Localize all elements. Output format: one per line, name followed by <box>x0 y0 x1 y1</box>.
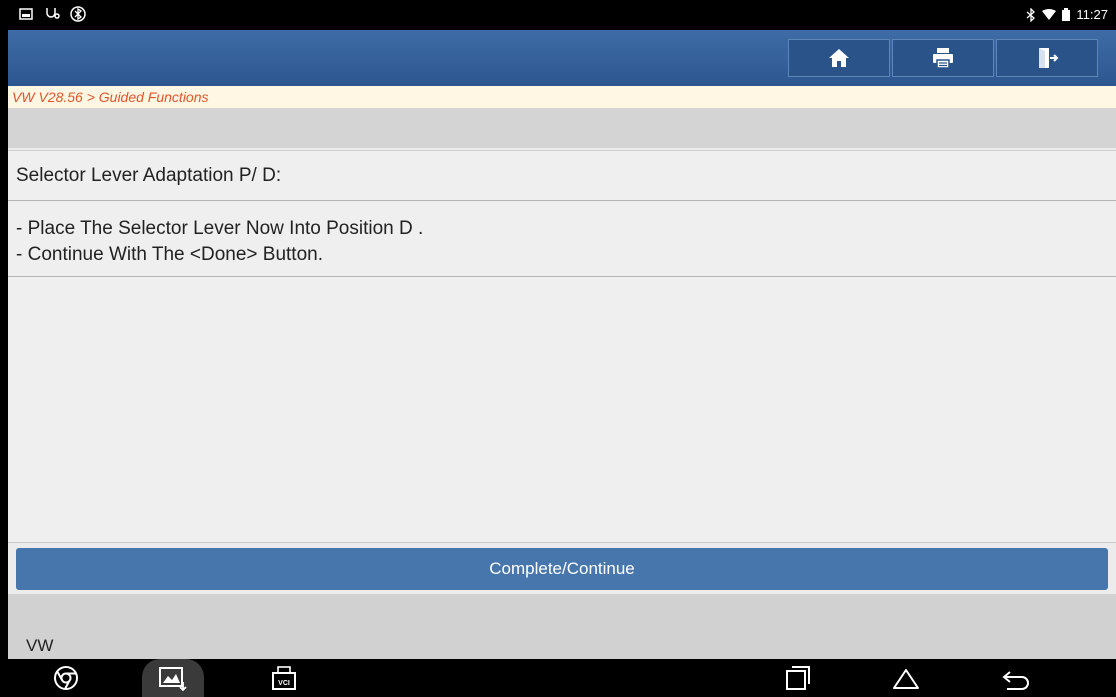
wifi-icon <box>1042 8 1057 20</box>
instruction-block: - Place The Selector Lever Now Into Posi… <box>8 202 1116 277</box>
home-nav-icon <box>893 669 919 689</box>
complete-continue-button[interactable]: Complete/Continue <box>16 548 1108 590</box>
gallery-icon <box>159 667 187 692</box>
clock: 11:27 <box>1076 7 1108 22</box>
back-icon <box>1002 671 1029 690</box>
vehicle-brand-label: VW <box>26 636 54 655</box>
content-area <box>8 277 1116 543</box>
bluetooth-icon <box>1026 7 1036 22</box>
battery-icon <box>1062 8 1071 21</box>
exit-button[interactable] <box>996 39 1098 77</box>
home-icon <box>829 49 849 67</box>
home-button[interactable] <box>788 39 890 77</box>
printer-icon <box>933 48 953 69</box>
instruction-line: - Place The Selector Lever Now Into Posi… <box>16 218 424 239</box>
chrome-app-button[interactable] <box>48 663 84 693</box>
recent-apps-button[interactable] <box>780 663 816 693</box>
top-toolbar <box>8 30 1116 86</box>
stethoscope-icon <box>46 8 60 19</box>
home-nav-button[interactable] <box>888 663 924 693</box>
back-nav-button[interactable] <box>998 663 1034 693</box>
system-nav-bar: VCI <box>8 659 1116 697</box>
status-bar: 11:27 <box>8 0 1116 30</box>
vci-label: VCI <box>278 680 290 687</box>
recent-apps-icon <box>786 666 810 690</box>
vci-app-button[interactable]: VCI <box>266 663 302 693</box>
footer-bar: VW <box>8 594 1116 659</box>
app-frame: 11:27 VW V28.56 > Guided Functions Selec… <box>8 0 1116 697</box>
procedure-title: Selector Lever Adaptation P/ D: <box>8 150 1116 201</box>
header-spacer <box>8 108 1116 148</box>
bluetooth-circle-icon <box>70 6 86 22</box>
chrome-icon <box>54 666 78 690</box>
vci-icon: VCI <box>272 666 296 690</box>
screenshot-notification-icon <box>19 8 33 20</box>
print-button[interactable] <box>892 39 994 77</box>
breadcrumb: VW V28.56 > Guided Functions <box>8 86 1116 108</box>
instruction-line: - Continue With The <Done> Button. <box>16 244 323 265</box>
gallery-app-button[interactable] <box>154 663 190 693</box>
exit-icon <box>1039 48 1059 68</box>
